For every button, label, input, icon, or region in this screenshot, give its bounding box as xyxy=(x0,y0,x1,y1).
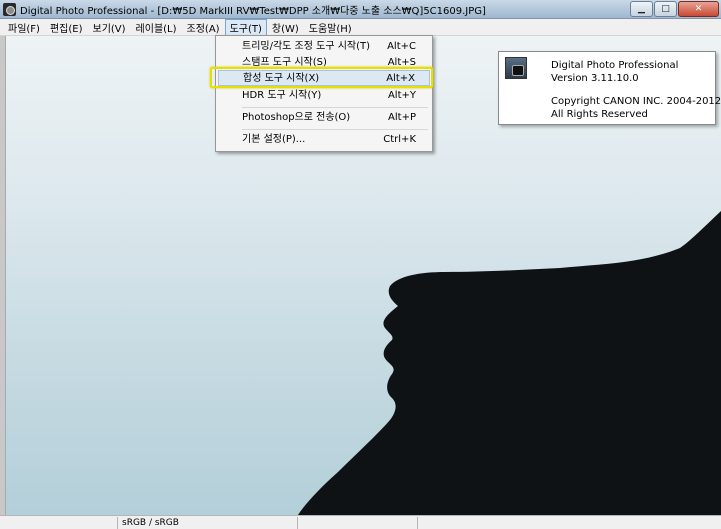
shortcut-label: Alt+P xyxy=(388,112,416,123)
about-product-name: Digital Photo Professional xyxy=(551,60,679,71)
window-controls: ▁ □ ✕ xyxy=(630,1,719,17)
about-version: Version 3.11.10.0 xyxy=(551,73,639,84)
maximize-button[interactable]: □ xyxy=(654,1,677,17)
menu-item-send-to-photoshop[interactable]: Photoshop으로 전송(O) Alt+P xyxy=(218,110,430,126)
menu-separator xyxy=(242,129,428,130)
menu-view[interactable]: 보기(V) xyxy=(88,19,131,36)
title-bar: Digital Photo Professional - [D:₩5D Mark… xyxy=(0,0,721,19)
about-copyright: Copyright CANON INC. 2004-2012 xyxy=(551,96,721,107)
highlight-box xyxy=(210,67,433,88)
shortcut-label: Ctrl+K xyxy=(383,134,416,145)
status-segment-empty xyxy=(0,517,118,529)
menu-edit[interactable]: 편집(E) xyxy=(45,19,88,36)
menu-item-preferences[interactable]: 기본 설정(P)... Ctrl+K xyxy=(218,132,430,148)
status-bar: sRGB / sRGB xyxy=(0,515,721,529)
close-button[interactable]: ✕ xyxy=(678,1,719,17)
menu-item-label: HDR 도구 시작(Y) xyxy=(242,90,322,101)
dpp-logo-icon xyxy=(505,57,527,79)
camera-app-icon xyxy=(3,2,16,16)
menu-item-label: 기본 설정(P)... xyxy=(242,134,306,145)
menu-separator xyxy=(242,107,428,108)
menu-file[interactable]: 파일(F) xyxy=(3,19,45,36)
window-title: Digital Photo Professional - [D:₩5D Mark… xyxy=(20,5,486,17)
menu-item-label: 트리밍/각도 조정 도구 시작(T) xyxy=(242,41,371,52)
minimize-button[interactable]: ▁ xyxy=(630,1,653,17)
menu-bar: 파일(F) 편집(E) 보기(V) 레이블(L) 조정(A) 도구(T) 창(W… xyxy=(0,18,721,36)
menu-item-trim-tool[interactable]: 트리밍/각도 조정 도구 시작(T) Alt+C xyxy=(218,39,430,55)
menu-item-hdr-tool[interactable]: HDR 도구 시작(Y) Alt+Y xyxy=(218,88,430,104)
menu-label[interactable]: 레이블(L) xyxy=(131,19,182,36)
menu-item-label: Photoshop으로 전송(O) xyxy=(242,112,351,123)
menu-window[interactable]: 창(W) xyxy=(267,19,304,36)
menu-adjust[interactable]: 조정(A) xyxy=(182,19,225,36)
about-info-box: Digital Photo Professional Version 3.11.… xyxy=(498,51,721,125)
status-segment-empty xyxy=(298,517,418,529)
tools-menu-dropdown: 트리밍/각도 조정 도구 시작(T) Alt+C 스탬프 도구 시작(S) Al… xyxy=(215,35,433,152)
shortcut-label: Alt+Y xyxy=(387,90,416,101)
menu-help[interactable]: 도움말(H) xyxy=(304,19,357,36)
face-silhouette xyxy=(298,211,721,515)
status-color-space: sRGB / sRGB xyxy=(118,517,298,529)
menu-tools[interactable]: 도구(T) xyxy=(224,18,267,36)
about-rights: All Rights Reserved xyxy=(551,109,648,120)
shortcut-label: Alt+C xyxy=(387,41,416,52)
